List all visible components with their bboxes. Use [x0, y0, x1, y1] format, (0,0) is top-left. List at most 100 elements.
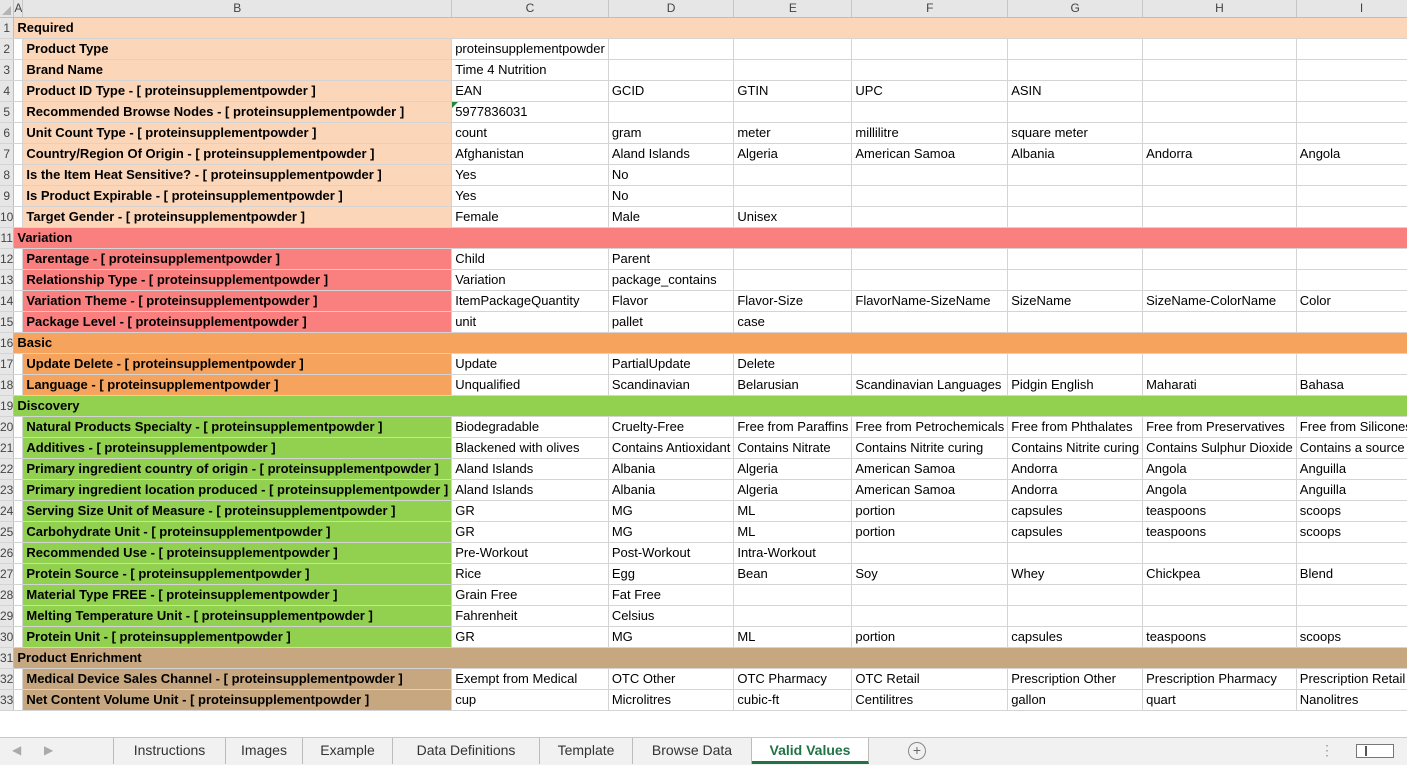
sheet-tab[interactable]: Images [226, 738, 303, 764]
value-cell[interactable]: Celsius [608, 605, 735, 627]
value-cell[interactable]: Yes [451, 185, 609, 207]
sheet-tab[interactable]: Example [303, 738, 393, 764]
value-cell[interactable]: OTC Other [608, 668, 735, 690]
value-cell[interactable]: Time 4 Nutrition [451, 59, 609, 81]
row-header[interactable]: 21 [0, 437, 15, 459]
field-label-cell[interactable]: Protein Unit - [ proteinsupplementpowder… [22, 625, 453, 648]
cell[interactable] [13, 416, 24, 438]
value-cell[interactable] [1296, 605, 1407, 627]
value-cell[interactable] [1142, 353, 1297, 375]
row-header[interactable]: 6 [0, 122, 15, 144]
value-cell[interactable] [733, 269, 853, 291]
value-cell[interactable]: scoops [1296, 521, 1407, 543]
value-cell[interactable]: 5977836031 [451, 101, 609, 123]
value-cell[interactable]: Free from Petrochemicals [851, 416, 1009, 438]
value-cell[interactable]: Free from Preservatives [1142, 416, 1297, 438]
value-cell[interactable] [851, 311, 1009, 333]
value-cell[interactable]: Soy [851, 563, 1009, 585]
value-cell[interactable]: Update [451, 353, 609, 375]
value-cell[interactable]: Andorra [1142, 143, 1297, 165]
value-cell[interactable] [851, 101, 1009, 123]
value-cell[interactable]: package_contains [608, 269, 735, 291]
value-cell[interactable]: Biodegradable [451, 416, 609, 438]
row-header[interactable]: 26 [0, 542, 15, 564]
field-label-cell[interactable]: Medical Device Sales Channel - [ protein… [22, 667, 453, 690]
column-header[interactable]: G [1007, 0, 1144, 18]
value-cell[interactable] [1007, 185, 1144, 207]
value-cell[interactable]: Anguilla [1296, 479, 1407, 501]
value-cell[interactable]: GR [451, 626, 609, 648]
value-cell[interactable]: Blend [1296, 563, 1407, 585]
value-cell[interactable]: Prescription Pharmacy [1142, 668, 1297, 690]
cell[interactable] [13, 164, 24, 186]
value-cell[interactable] [1007, 542, 1144, 564]
value-cell[interactable] [1296, 80, 1407, 102]
value-cell[interactable]: SizeName [1007, 290, 1144, 312]
value-cell[interactable]: EAN [451, 80, 609, 102]
value-cell[interactable]: No [608, 185, 735, 207]
value-cell[interactable] [1296, 248, 1407, 270]
value-cell[interactable]: SizeName-ColorName [1142, 290, 1297, 312]
value-cell[interactable]: portion [851, 626, 1009, 648]
value-cell[interactable]: American Samoa [851, 143, 1009, 165]
value-cell[interactable] [1007, 353, 1144, 375]
value-cell[interactable]: Yes [451, 164, 609, 186]
column-header[interactable]: H [1142, 0, 1297, 18]
field-label-cell[interactable]: Is the Item Heat Sensitive? - [ proteins… [22, 163, 453, 186]
value-cell[interactable]: Fat Free [608, 584, 735, 606]
row-header[interactable]: 12 [0, 248, 15, 270]
value-cell[interactable]: OTC Retail [851, 668, 1009, 690]
field-label-cell[interactable]: Parentage - [ proteinsupplementpowder ] [22, 247, 453, 270]
value-cell[interactable]: Flavor [608, 290, 735, 312]
row-header[interactable]: 16 [0, 332, 15, 354]
value-cell[interactable] [1296, 353, 1407, 375]
value-cell[interactable]: Intra-Workout [733, 542, 853, 564]
value-cell[interactable]: quart [1142, 689, 1297, 711]
value-cell[interactable] [1007, 605, 1144, 627]
row-header[interactable]: 25 [0, 521, 15, 543]
value-cell[interactable] [1007, 269, 1144, 291]
cell[interactable] [13, 59, 24, 81]
value-cell[interactable] [1142, 38, 1297, 60]
value-cell[interactable]: Blackened with olives [451, 437, 609, 459]
value-cell[interactable]: Contains Nitrite curing [1007, 437, 1144, 459]
section-header-cell[interactable]: Required [13, 17, 1407, 39]
row-header[interactable]: 19 [0, 395, 15, 417]
value-cell[interactable] [1142, 185, 1297, 207]
value-cell[interactable]: portion [851, 500, 1009, 522]
value-cell[interactable]: meter [733, 122, 853, 144]
row-header[interactable]: 31 [0, 647, 15, 669]
field-label-cell[interactable]: Carbohydrate Unit - [ proteinsupplementp… [22, 520, 453, 543]
field-label-cell[interactable]: Melting Temperature Unit - [ proteinsupp… [22, 604, 453, 627]
value-cell[interactable] [1296, 269, 1407, 291]
value-cell[interactable]: Free from Phthalates [1007, 416, 1144, 438]
row-header[interactable]: 14 [0, 290, 15, 312]
value-cell[interactable]: Prescription Retail [1296, 668, 1407, 690]
value-cell[interactable]: Angola [1142, 458, 1297, 480]
value-cell[interactable]: UPC [851, 80, 1009, 102]
section-header-cell[interactable]: Basic [13, 332, 1407, 354]
value-cell[interactable]: Afghanistan [451, 143, 609, 165]
value-cell[interactable]: case [733, 311, 853, 333]
value-cell[interactable]: Unisex [733, 206, 853, 228]
value-cell[interactable]: ML [733, 500, 853, 522]
value-cell[interactable]: GR [451, 500, 609, 522]
value-cell[interactable] [1007, 59, 1144, 81]
value-cell[interactable]: GCID [608, 80, 735, 102]
value-cell[interactable]: Albania [608, 458, 735, 480]
value-cell[interactable]: OTC Pharmacy [733, 668, 853, 690]
value-cell[interactable]: Aland Islands [451, 458, 609, 480]
value-cell[interactable]: American Samoa [851, 458, 1009, 480]
value-cell[interactable] [1007, 38, 1144, 60]
value-cell[interactable] [1296, 311, 1407, 333]
value-cell[interactable] [1296, 59, 1407, 81]
row-header[interactable]: 33 [0, 689, 15, 711]
value-cell[interactable] [1007, 164, 1144, 186]
value-cell[interactable]: Fahrenheit [451, 605, 609, 627]
value-cell[interactable]: Albania [608, 479, 735, 501]
field-label-cell[interactable]: Additives - [ proteinsupplementpowder ] [22, 436, 453, 459]
row-header[interactable]: 20 [0, 416, 15, 438]
value-cell[interactable] [851, 185, 1009, 207]
value-cell[interactable]: Algeria [733, 479, 853, 501]
cell[interactable] [13, 605, 24, 627]
